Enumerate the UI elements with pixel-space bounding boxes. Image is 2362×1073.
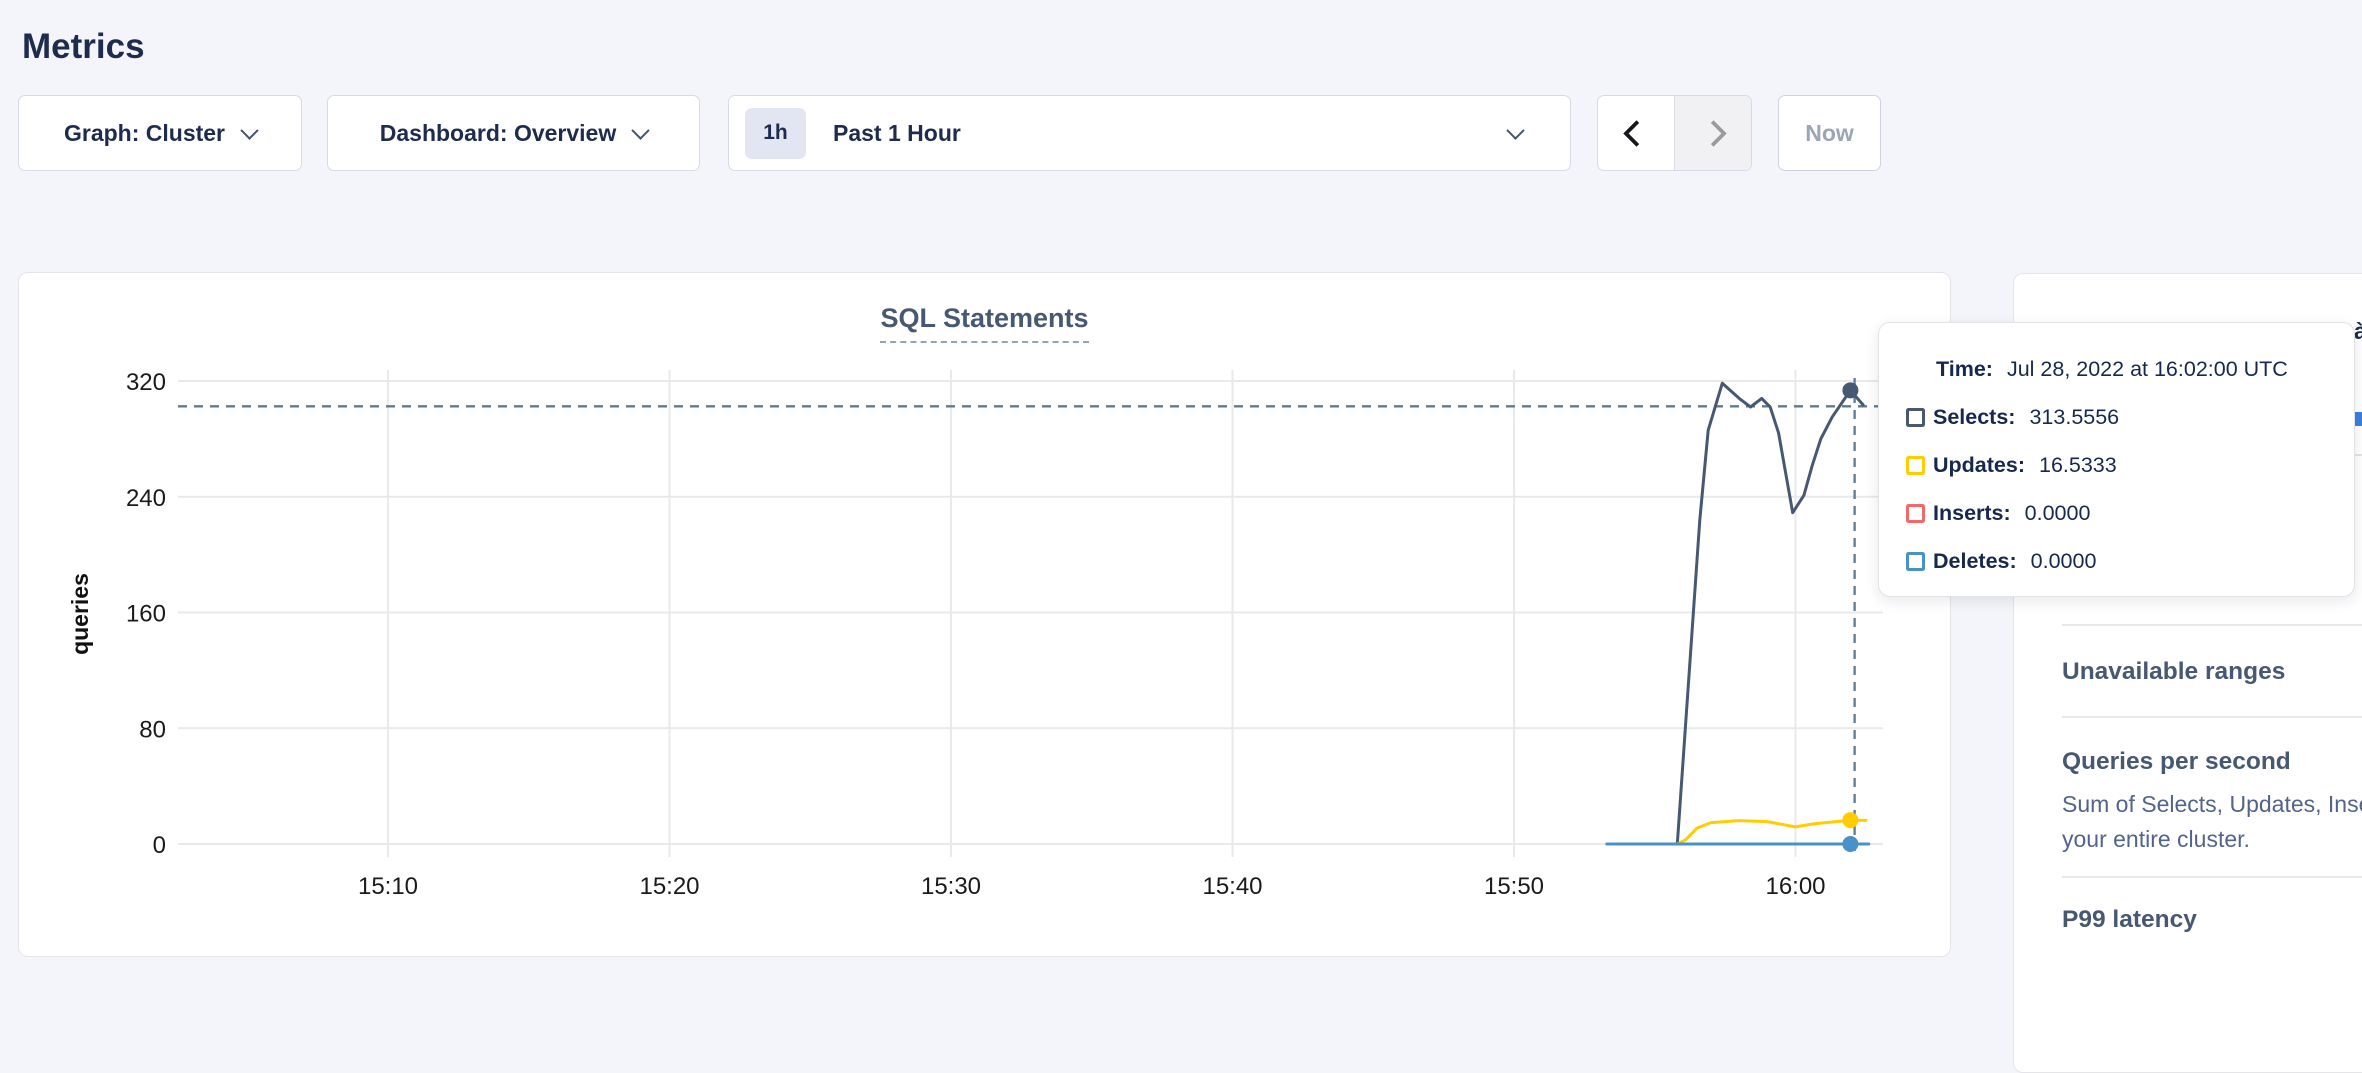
tooltip-time-label: Time:	[1936, 357, 1993, 382]
svg-text:0: 0	[153, 832, 166, 859]
updates-series-swatch-icon	[1906, 456, 1925, 475]
inserts-series-swatch-icon	[1906, 504, 1925, 523]
tooltip-time-value: Jul 28, 2022 at 16:02:00 UTC	[2007, 357, 2288, 382]
tooltip-inserts-label: Inserts:	[1933, 501, 2011, 526]
tooltip-inserts-value: 0.0000	[2025, 501, 2091, 526]
tooltip-deletes-label: Deletes:	[1933, 549, 2017, 574]
clipped-text-fragment: à	[2354, 318, 2362, 345]
tooltip-deletes-value: 0.0000	[2031, 549, 2097, 574]
tooltip-updates-label: Updates:	[1933, 453, 2025, 478]
clipped-link-fragment	[2354, 412, 2362, 426]
svg-text:15:40: 15:40	[1202, 873, 1262, 900]
svg-text:15:20: 15:20	[639, 873, 699, 900]
tooltip-selects-value: 313.5556	[2029, 405, 2119, 430]
deletes-series-swatch-icon	[1906, 552, 1925, 571]
svg-text:160: 160	[126, 601, 166, 628]
chart-hover-tooltip: Time: Jul 28, 2022 at 16:02:00 UTC Selec…	[1878, 322, 2355, 597]
svg-text:80: 80	[139, 716, 166, 743]
svg-text:15:30: 15:30	[921, 873, 981, 900]
svg-text:240: 240	[126, 485, 166, 512]
svg-text:320: 320	[126, 369, 166, 396]
tooltip-selects-label: Selects:	[1933, 405, 2015, 430]
svg-text:15:10: 15:10	[358, 873, 418, 900]
metrics-page: Metrics Graph: Cluster Dashboard: Overvi…	[0, 0, 2362, 966]
svg-text:queries: queries	[67, 573, 93, 655]
tooltip-updates-value: 16.5333	[2039, 453, 2117, 478]
svg-text:15:50: 15:50	[1484, 873, 1544, 900]
svg-text:16:00: 16:00	[1765, 873, 1825, 900]
selects-series-swatch-icon	[1906, 408, 1925, 427]
